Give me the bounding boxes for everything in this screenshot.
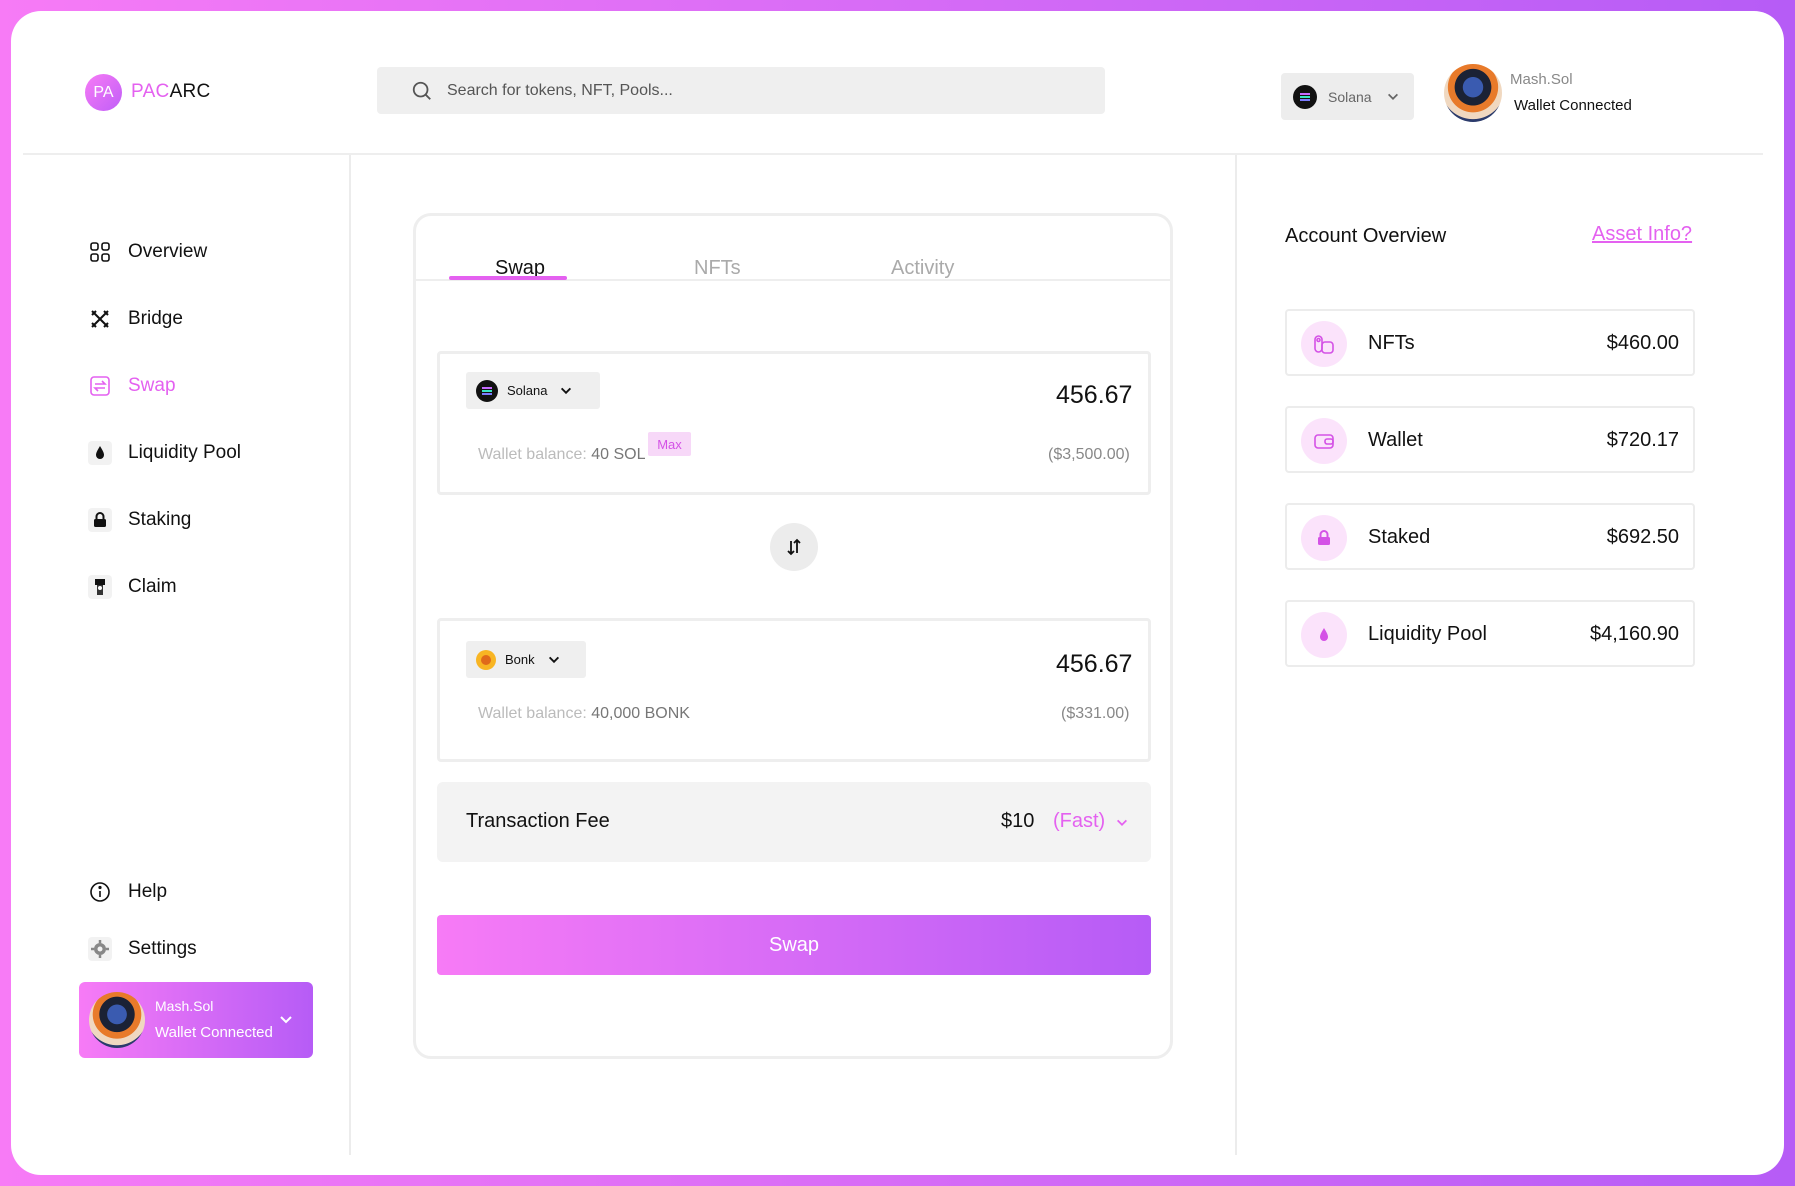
- max-button[interactable]: Max: [648, 432, 691, 456]
- app-layer: PA PACARC Solana Mash.Sol Wallet Connect…: [0, 0, 1795, 1186]
- sidebar-item-claim[interactable]: Claim: [88, 575, 177, 599]
- to-token-box: [437, 618, 1151, 762]
- sidebar-item-settings[interactable]: Settings: [88, 937, 197, 961]
- sidebar-item-overview[interactable]: Overview: [88, 240, 207, 264]
- wallet-status: Wallet Connected: [155, 1024, 273, 1041]
- sidebar-item-label: Settings: [128, 938, 197, 959]
- account-overview-title: Account Overview: [1285, 225, 1447, 247]
- to-token-label: Bonk: [505, 652, 535, 667]
- account-row-value: $460.00: [1606, 332, 1679, 354]
- to-usd-value: ($331.00): [1061, 705, 1130, 722]
- wallet-icon: [1301, 418, 1347, 464]
- chevron-down-icon: [548, 656, 559, 663]
- sidebar-item-liquidity-pool[interactable]: Liquidity Pool: [88, 441, 241, 465]
- drop-icon: [1301, 612, 1347, 658]
- asset-info-link[interactable]: Asset Info?: [1592, 223, 1692, 246]
- tab-activity[interactable]: Activity: [891, 257, 954, 280]
- header-user-name: Mash.Sol: [1510, 71, 1573, 88]
- bonk-icon: [476, 649, 496, 670]
- search-icon: [412, 81, 431, 100]
- account-row-liquidity-pool[interactable]: Liquidity Pool $4,160.90: [1285, 600, 1695, 667]
- sidebar-item-swap[interactable]: Swap: [88, 374, 176, 398]
- swap-direction-button[interactable]: [770, 523, 818, 571]
- user-name: Mash.Sol: [155, 998, 214, 1014]
- logo-text-part2: ARC: [169, 81, 211, 102]
- sidebar-item-label: Help: [128, 881, 168, 902]
- logo-text-part1: PAC: [131, 81, 170, 102]
- from-usd-value: ($3,500.00): [1048, 446, 1130, 463]
- lock-icon: [1301, 515, 1347, 561]
- chevron-down-icon: [561, 387, 572, 394]
- sidebar-item-bridge[interactable]: Bridge: [88, 307, 183, 331]
- sidebar-item-label: Claim: [128, 576, 177, 597]
- account-row-value: $692.50: [1606, 526, 1679, 548]
- grid-icon: [88, 240, 112, 264]
- avatar[interactable]: [1444, 64, 1502, 122]
- to-amount[interactable]: 456.67: [1056, 650, 1132, 679]
- balance-value: 40,000 BONK: [591, 705, 690, 722]
- search-bar[interactable]: [377, 67, 1105, 114]
- from-token-label: Solana: [507, 383, 548, 398]
- balance-value: 40 SOL: [591, 446, 646, 463]
- search-input[interactable]: [447, 67, 1087, 114]
- user-wallet-card[interactable]: Mash.Sol Wallet Connected: [79, 982, 313, 1058]
- to-token-select[interactable]: Bonk: [466, 641, 586, 678]
- account-row-label: Wallet: [1368, 429, 1423, 451]
- sidebar-item-label: Liquidity Pool: [128, 442, 242, 463]
- transaction-fee-row[interactable]: Transaction Fee $10 (Fast): [437, 782, 1151, 862]
- claim-icon: [88, 575, 112, 599]
- account-row-staked[interactable]: Staked $692.50: [1285, 503, 1695, 570]
- network-label: Solana: [1328, 88, 1372, 105]
- lock-icon: [88, 508, 112, 532]
- sidebar-item-label: Bridge: [128, 308, 183, 329]
- to-wallet-balance: Wallet balance: 40,000 BONK: [478, 705, 690, 723]
- logo-badge: PA: [85, 74, 122, 111]
- chevron-down-icon: [1387, 93, 1398, 100]
- solana-icon: [1293, 84, 1317, 109]
- tab-nfts[interactable]: NFTs: [694, 257, 741, 280]
- account-row-wallet[interactable]: Wallet $720.17: [1285, 406, 1695, 473]
- swap-button[interactable]: Swap: [437, 915, 1151, 975]
- right-panel-divider: [1235, 155, 1237, 1155]
- from-wallet-balance: Wallet balance: 40 SOL: [478, 446, 646, 464]
- swap-icon: [88, 374, 112, 398]
- sidebar-item-label: Staking: [128, 509, 192, 530]
- sidebar-item-staking[interactable]: Staking: [88, 508, 191, 532]
- drop-icon: [88, 441, 112, 465]
- nft-icon: [1301, 321, 1347, 367]
- from-amount[interactable]: 456.67: [1056, 381, 1132, 410]
- sidebar-item-label: Overview: [128, 241, 208, 262]
- swap-arrows-icon: [787, 538, 801, 556]
- account-row-value: $4,160.90: [1590, 623, 1679, 645]
- account-row-nfts[interactable]: NFTs $460.00: [1285, 309, 1695, 376]
- from-token-select[interactable]: Solana: [466, 372, 600, 409]
- gear-icon: [88, 937, 112, 961]
- active-tab-indicator: [449, 276, 567, 280]
- bridge-icon: [88, 307, 112, 331]
- balance-label: Wallet balance:: [478, 705, 587, 722]
- info-icon: [88, 880, 112, 904]
- sidebar-item-help[interactable]: Help: [88, 880, 167, 904]
- network-select[interactable]: Solana: [1281, 73, 1414, 120]
- header-divider: [23, 153, 1763, 155]
- account-row-label: NFTs: [1368, 332, 1415, 354]
- account-row-value: $720.17: [1606, 429, 1679, 451]
- chevron-down-icon: [1117, 819, 1127, 826]
- chevron-down-icon: [280, 1016, 292, 1024]
- sidebar-divider: [349, 155, 351, 1155]
- balance-label: Wallet balance:: [478, 446, 587, 463]
- avatar: [89, 992, 145, 1048]
- account-row-label: Liquidity Pool: [1368, 623, 1487, 645]
- logo-text: PACARC: [131, 81, 211, 103]
- account-row-label: Staked: [1368, 526, 1431, 548]
- fee-value: $10: [1001, 810, 1035, 832]
- solana-icon: [476, 379, 498, 402]
- fee-speed: (Fast): [1053, 810, 1106, 832]
- sidebar-item-label: Swap: [128, 375, 176, 396]
- header-wallet-status: Wallet Connected: [1514, 97, 1632, 114]
- fee-label: Transaction Fee: [466, 810, 610, 832]
